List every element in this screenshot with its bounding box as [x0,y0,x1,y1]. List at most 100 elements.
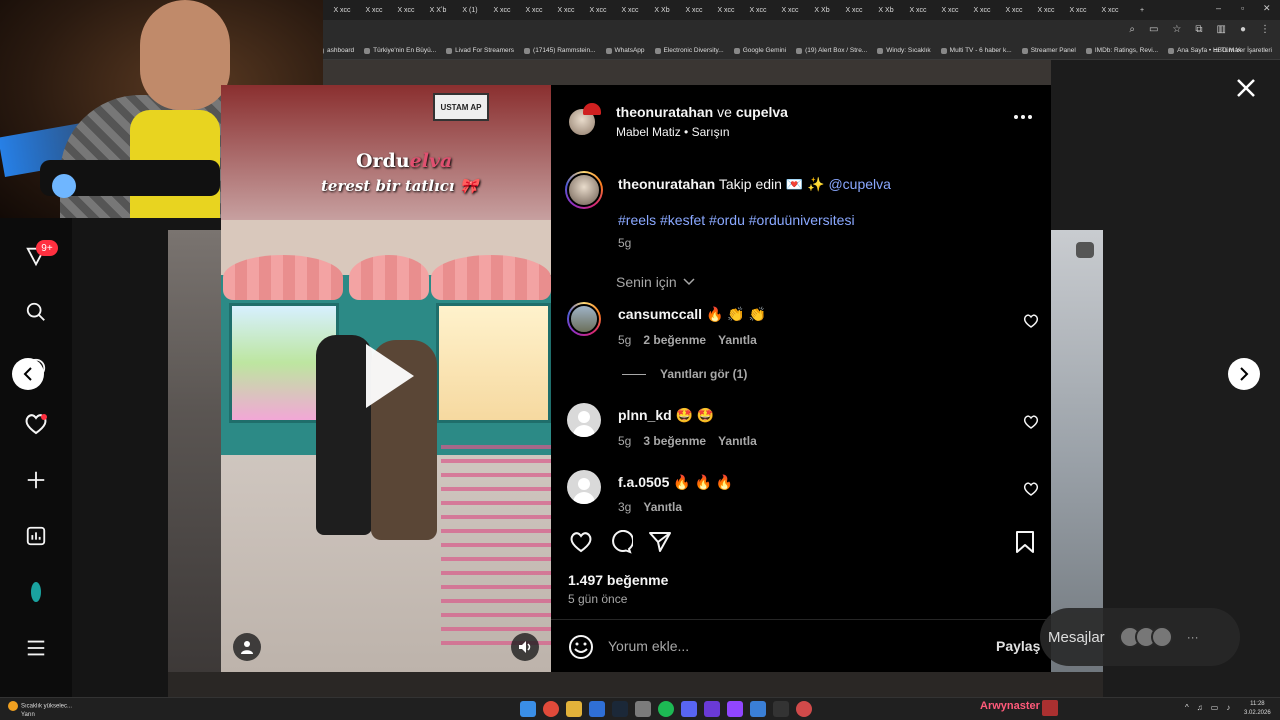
like-heart-icon[interactable] [567,528,595,556]
network-icon[interactable]: ▭ [1211,703,1219,712]
menu-icon[interactable]: ⋮ [1260,24,1270,35]
commenter-username[interactable]: f.a.0505 [618,474,669,490]
browser-tab[interactable]: X xcc [678,2,710,18]
app-icon[interactable] [796,701,812,717]
audio-song-link[interactable]: Sarışın [692,125,730,139]
all-bookmarks[interactable]: ▭ Tüm Yer İşaretleri [1213,46,1272,54]
next-post-button[interactable] [1228,358,1260,390]
profile-avatar-icon[interactable] [22,578,50,606]
caption-user-link[interactable]: theonuratahan [618,176,715,192]
bookmark-item[interactable]: ashboard [318,47,354,54]
new-tab-button[interactable]: + [1126,2,1158,18]
browser-tab[interactable]: X xcc [390,2,422,18]
like-comment-heart-icon[interactable] [1023,414,1039,430]
tray-chevron-icon[interactable]: ^ [1185,703,1189,712]
bookmark-item[interactable]: Livad For Streamers [446,47,514,54]
create-plus-icon[interactable] [22,466,50,494]
browser-tab[interactable]: X xcc [1094,2,1126,18]
bookmark-item[interactable]: Windy: Sıcaklık [877,47,931,54]
volume-icon[interactable]: ♪ [1226,703,1230,712]
reply-button[interactable]: Yanıtla [718,333,757,347]
mention-link[interactable]: @cupelva [828,176,890,192]
reply-button[interactable]: Yanıtla [718,434,757,448]
share-paperplane-icon[interactable] [646,528,674,556]
bookmark-item[interactable]: IMDb: Ratings, Revi... [1085,47,1158,54]
browser-tab[interactable]: X xcc [742,2,774,18]
window-close-button[interactable]: ✕ [1263,3,1271,14]
bookmark-item[interactable]: WhatsApp [605,47,645,54]
volume-button[interactable] [511,633,539,661]
comment-input[interactable]: Yorum ekle... [608,638,689,654]
bookmark-item[interactable]: Google Gemini [733,47,786,54]
see-replies-button[interactable]: Yanıtları gör (1) [622,367,747,381]
spotify-icon[interactable] [658,701,674,717]
bookmark-item[interactable]: Türkiye'nin En Büyü... [364,47,436,54]
app-icon[interactable] [589,701,605,717]
browser-tab[interactable]: X xcc [326,2,358,18]
clock[interactable]: 11:28 3.02.2026 [1244,700,1271,718]
browser-tab[interactable]: X xcc [966,2,998,18]
commenter-avatar[interactable] [567,302,601,336]
bookmark-item[interactable]: Streamer Panel [1021,47,1076,54]
browser-tab[interactable]: X Xb [646,2,678,18]
comment-sort-dropdown[interactable]: Senin için [616,274,695,290]
close-icon[interactable] [1234,76,1258,100]
search-icon[interactable] [22,298,50,326]
bookmark-item[interactable]: (19) Alert Box / Stre... [796,47,867,54]
browser-tab[interactable]: X xcc [1030,2,1062,18]
minimize-button[interactable]: – [1216,3,1221,13]
commenter-username[interactable]: plnn_kd [618,407,672,423]
sidebar-icon[interactable]: ▥ [1217,24,1226,35]
weather-widget[interactable]: Sıcaklık yükselec... Yarın [8,701,72,719]
obs-icon[interactable] [773,701,789,717]
commenter-username[interactable]: cansumccall [618,306,702,322]
browser-tab[interactable]: X Xb [806,2,838,18]
reel-video[interactable]: USTAM AP Orduelva terest bir tatlıcı 🎀 [221,85,551,672]
zoom-icon[interactable]: ⌕ [1129,24,1135,35]
previous-post-button[interactable] [12,358,44,390]
browser-tab[interactable]: X xcc [518,2,550,18]
post-comment-button[interactable]: Paylaş [996,638,1040,654]
browser-tab[interactable]: X xcc [486,2,518,18]
like-comment-heart-icon[interactable] [1023,313,1039,329]
caption-avatar[interactable] [565,171,603,209]
comment-likes-link[interactable]: 2 beğenme [643,333,706,347]
author-avatar[interactable] [567,103,601,137]
messages-button[interactable]: Mesajlar ··· [1040,608,1240,666]
like-count[interactable]: 1.497 beğenme [568,572,668,588]
tagged-users-button[interactable] [233,633,261,661]
notifications-heart-icon[interactable] [22,410,50,438]
bookmark-item[interactable]: (17145) Rammstein... [524,47,596,54]
bookmark-item[interactable]: Electronic Diversity... [654,47,724,54]
explorer-icon[interactable] [566,701,582,717]
play-icon[interactable] [358,340,418,412]
browser-tab[interactable]: X xcc [838,2,870,18]
browser-tab[interactable]: X xcc [550,2,582,18]
maximize-button[interactable]: ▫ [1241,3,1244,13]
emoji-smiley-icon[interactable] [568,634,594,660]
browser-tab[interactable]: X xcc [934,2,966,18]
star-icon[interactable]: ☆ [1172,24,1181,35]
save-bookmark-icon[interactable] [1011,528,1039,556]
browser-tab[interactable]: X Xʼb [422,2,454,18]
profile-icon[interactable]: ● [1240,24,1246,35]
discord-icon[interactable] [681,701,697,717]
twitch-icon[interactable] [727,701,743,717]
extensions-icon[interactable]: ⧉ [1195,24,1202,35]
browser-tab[interactable]: X xcc [902,2,934,18]
commenter-avatar[interactable] [567,470,601,504]
browser-tab[interactable]: X xcc [582,2,614,18]
start-icon[interactable] [520,701,536,717]
reply-button[interactable]: Yanıtla [643,500,682,514]
browser-tab[interactable]: X xcc [998,2,1030,18]
comment-bubble-icon[interactable] [607,528,635,556]
browser-tab[interactable]: X xcc [358,2,390,18]
commenter-avatar[interactable] [567,403,601,437]
browser-tab[interactable]: X Xb [870,2,902,18]
steam-icon[interactable] [612,701,628,717]
audio-artist-link[interactable]: Mabel Matiz [616,125,681,139]
browser-tab[interactable]: X xcc [1062,2,1094,18]
app-icon[interactable] [704,701,720,717]
app-icon[interactable] [635,701,651,717]
cast-icon[interactable]: ▭ [1149,24,1158,35]
